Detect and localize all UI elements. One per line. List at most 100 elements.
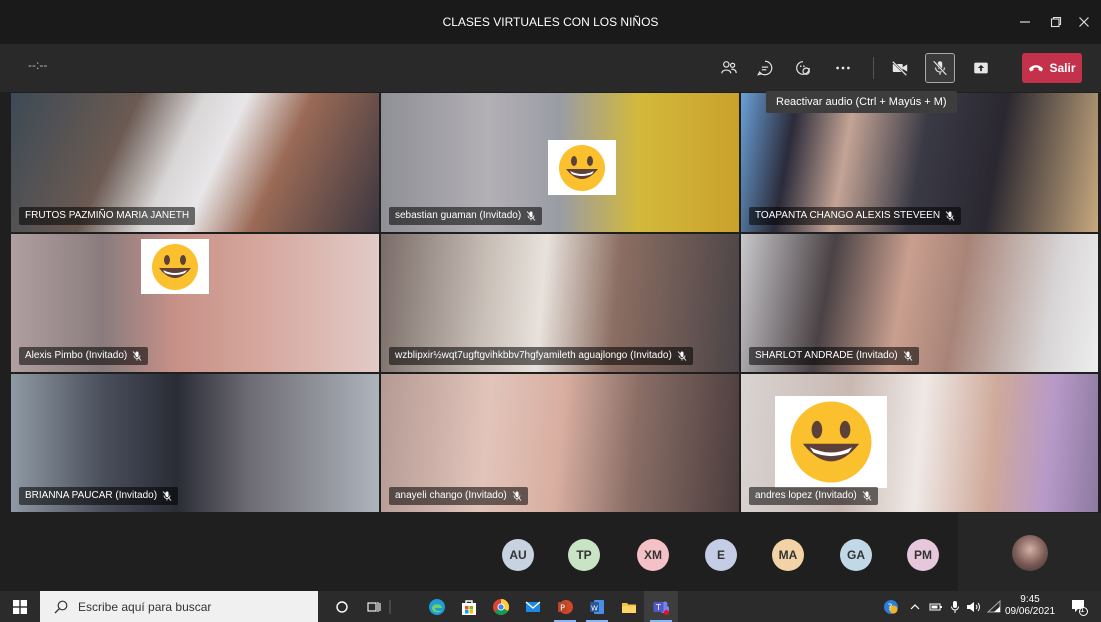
participant-bar: AU TP XM E MA GA PM	[0, 513, 1101, 591]
participant-name-tag: sebastian guaman (Invitado)	[389, 207, 543, 225]
mic-muted-icon	[932, 60, 948, 76]
task-view-icon	[367, 601, 381, 612]
reactions-icon	[796, 61, 810, 75]
volume-tray-item[interactable]	[964, 591, 984, 622]
folder-icon	[622, 602, 636, 613]
help-icon: ?	[884, 599, 898, 614]
meeting-toolbar: --:-- Salir	[0, 44, 1101, 92]
participants-icon	[721, 61, 737, 74]
battery-icon	[929, 603, 942, 610]
participant-name: wzblipxir½wqt7ugftgvihkbbv7hgfyamileth a…	[395, 350, 672, 361]
close-icon	[1079, 17, 1089, 27]
teams-app[interactable]: T	[644, 591, 678, 622]
mic-muted-icon	[132, 351, 142, 361]
notifications-icon	[1072, 599, 1088, 616]
file-explorer-app[interactable]	[612, 591, 646, 622]
emoji-sticker	[141, 239, 209, 294]
store-icon	[462, 599, 476, 615]
emoji-sticker	[548, 140, 616, 195]
mic-muted-icon	[512, 491, 522, 501]
mic-muted-icon	[945, 211, 955, 221]
participant-avatar[interactable]: TP	[568, 539, 600, 571]
reactions-button[interactable]	[788, 53, 818, 83]
chevron-up-icon	[910, 603, 920, 609]
word-app[interactable]: W	[580, 591, 614, 622]
participant-name: FRUTOS PAZMIÑO MARIA JANETH	[25, 210, 190, 221]
volume-icon	[967, 601, 980, 612]
network-tray-item[interactable]	[984, 591, 1004, 622]
video-tile[interactable]: TOAPANTA CHANGO ALEXIS STEVEEN	[740, 92, 1099, 233]
window-title: CLASES VIRTUALES CON LOS NIÑOS	[442, 15, 659, 29]
self-view[interactable]	[958, 513, 1101, 591]
taskbar-search-box[interactable]: Escribe aquí para buscar	[40, 591, 318, 622]
chat-icon	[757, 60, 773, 76]
mic-muted-icon	[162, 491, 172, 501]
participant-avatar[interactable]: MA	[772, 539, 804, 571]
participant-name-tag: SHARLOT ANDRADE (Invitado)	[749, 347, 919, 365]
participant-avatar[interactable]: GA	[840, 539, 872, 571]
clock-time: 9:45	[1020, 594, 1040, 605]
participant-name-tag: Alexis Pimbo (Invitado)	[19, 347, 149, 365]
participant-avatar[interactable]: PM	[907, 539, 939, 571]
chat-button[interactable]	[750, 53, 780, 83]
action-center-button[interactable]: 1	[1066, 591, 1092, 622]
smiley-face-icon	[152, 243, 198, 290]
cortana-icon	[336, 600, 348, 613]
video-tile[interactable]: wzblipxir½wqt7ugftgvihkbbv7hgfyamileth a…	[380, 233, 740, 373]
mic-muted-icon	[903, 351, 912, 361]
video-tile[interactable]: Alexis Pimbo (Invitado)	[10, 233, 380, 373]
video-tile[interactable]: anayeli chango (Invitado)	[380, 373, 740, 513]
video-tile[interactable]: andres lopez (Invitado)	[740, 373, 1099, 513]
participants-button[interactable]	[714, 53, 744, 83]
more-icon	[836, 66, 850, 70]
video-tile[interactable]: FRUTOS PAZMIÑO MARIA JANETH	[10, 92, 380, 233]
participant-avatar[interactable]: E	[705, 539, 737, 571]
powerpoint-icon: P	[558, 599, 573, 614]
mic-muted-icon	[526, 211, 536, 221]
start-button[interactable]	[0, 591, 40, 622]
hang-up-icon	[1029, 65, 1044, 72]
video-tile[interactable]: BRIANNA PAUCAR (Invitado)	[10, 373, 380, 513]
minimize-button[interactable]	[1008, 0, 1042, 44]
taskbar-clock[interactable]: 9:45 09/06/2021	[1004, 594, 1056, 618]
show-hidden-icons-button[interactable]	[906, 591, 924, 622]
share-content-button[interactable]	[966, 53, 996, 83]
video-tile[interactable]: SHARLOT ANDRADE (Invitado)	[740, 233, 1099, 373]
store-app[interactable]	[452, 591, 486, 622]
participant-name-tag: andres lopez (Invitado)	[749, 487, 878, 505]
participant-avatar[interactable]: AU	[502, 539, 534, 571]
self-avatar	[1012, 535, 1048, 571]
participant-name-tag: BRIANNA PAUCAR (Invitado)	[19, 487, 179, 505]
participant-avatar[interactable]: XM	[637, 539, 669, 571]
mail-app[interactable]	[516, 591, 550, 622]
participant-name: SHARLOT ANDRADE (Invitado)	[755, 350, 898, 361]
svg-text:W: W	[591, 604, 598, 612]
edge-app[interactable]	[420, 591, 454, 622]
powerpoint-app[interactable]: P	[548, 591, 582, 622]
clock-date: 09/06/2021	[1004, 606, 1056, 617]
participant-name-tag: wzblipxir½wqt7ugftgvihkbbv7hgfyamileth a…	[389, 347, 693, 365]
video-tile[interactable]: sebastian guaman (Invitado)	[380, 92, 740, 233]
camera-toggle-button[interactable]	[885, 53, 915, 83]
mic-toggle-button[interactable]	[925, 53, 955, 83]
camera-off-icon	[892, 60, 908, 76]
leave-button[interactable]: Salir	[1022, 53, 1082, 83]
chrome-icon	[493, 598, 510, 615]
title-bar: CLASES VIRTUALES CON LOS NIÑOS	[0, 0, 1101, 44]
mail-icon	[525, 601, 541, 612]
wifi-icon	[986, 599, 1001, 612]
participant-name: anayeli chango (Invitado)	[395, 490, 507, 501]
participant-name: sebastian guaman (Invitado)	[395, 210, 522, 221]
help-tray-item[interactable]: ?	[880, 591, 902, 622]
chrome-app[interactable]	[484, 591, 518, 622]
participant-name: Alexis Pimbo (Invitado)	[25, 350, 128, 361]
teams-icon: T	[653, 601, 669, 615]
battery-tray-item[interactable]	[926, 591, 946, 622]
more-actions-button[interactable]	[828, 53, 858, 83]
cortana-button[interactable]	[325, 591, 359, 622]
participant-name-tag: TOAPANTA CHANGO ALEXIS STEVEEN	[749, 207, 962, 225]
close-button[interactable]	[1067, 0, 1101, 44]
word-icon: W	[590, 599, 604, 614]
microphone-tray-item[interactable]	[946, 591, 964, 622]
svg-text:T: T	[655, 603, 661, 612]
